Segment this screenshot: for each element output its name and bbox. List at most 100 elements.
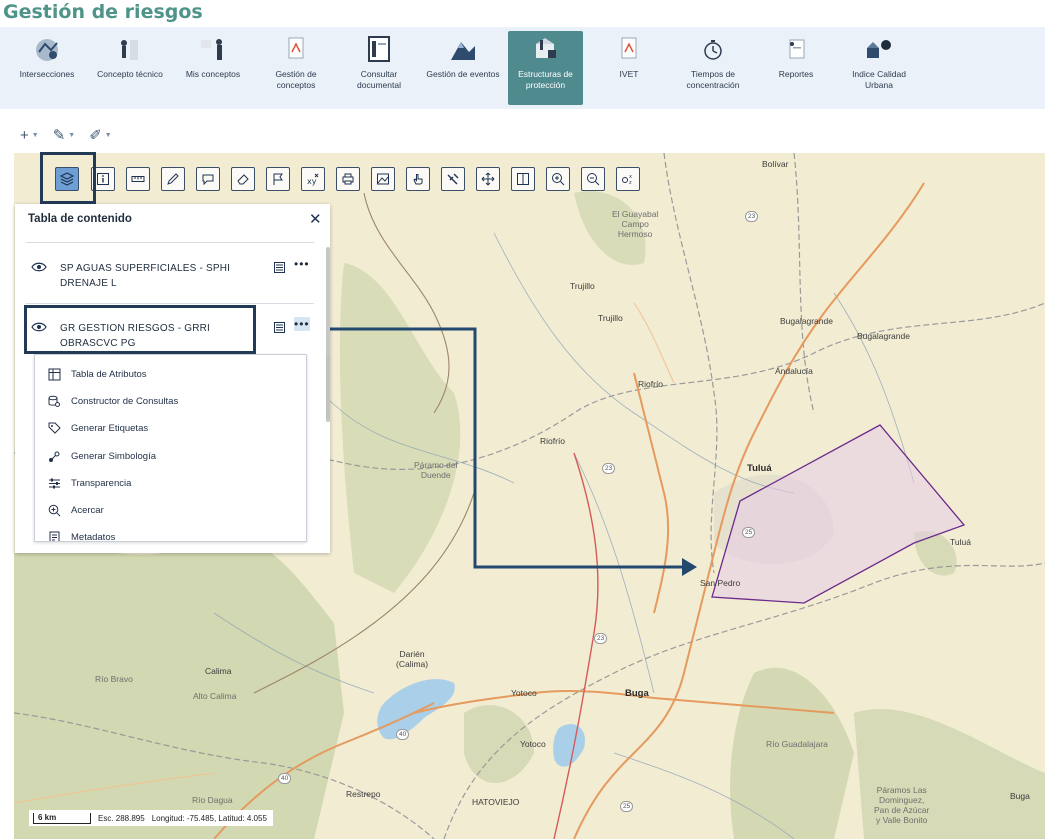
module-concepto-tecnico[interactable]: Concepto técnico <box>90 31 170 105</box>
zoom-out-button[interactable] <box>581 167 605 191</box>
ivet-icon <box>612 33 646 67</box>
document-query-icon <box>362 33 396 67</box>
module-label: Consultar documental <box>357 69 401 90</box>
draw-dropdown[interactable]: ✎ ▼ <box>53 126 76 144</box>
legend-icon[interactable] <box>274 262 285 273</box>
module-intersecciones[interactable]: Intersecciones <box>12 31 82 105</box>
module-ivet[interactable]: IVET <box>606 31 652 105</box>
route-shield: 40 <box>278 773 292 784</box>
print-button[interactable] <box>336 167 360 191</box>
place-label: Bolívar <box>762 159 789 169</box>
concept-management-icon <box>279 33 313 67</box>
map-image-icon <box>377 173 389 185</box>
module-label: Intersecciones <box>19 69 75 79</box>
legend-icon[interactable] <box>274 322 285 333</box>
layer-item[interactable]: SP AGUAS SUPERFICIALES - SPHI DRENAJE L … <box>31 257 309 293</box>
split-view-button[interactable] <box>511 167 535 191</box>
comment-button[interactable] <box>196 167 220 191</box>
layer-name: SP AGUAS SUPERFICIALES - SPHI DRENAJE L <box>60 263 231 289</box>
svg-text:xy: xy <box>307 177 317 186</box>
concentration-times-icon <box>696 33 730 67</box>
module-tiempos-concentracion[interactable]: Tiempos de concentración <box>678 31 748 105</box>
module-gestion-eventos[interactable]: Gestión de eventos <box>420 31 506 105</box>
chevron-down-icon: ▼ <box>104 131 112 139</box>
menu-item-label: Generar Simbología <box>71 450 157 462</box>
flag-button[interactable] <box>266 167 290 191</box>
swipe-button[interactable] <box>441 167 465 191</box>
divider <box>26 242 314 243</box>
place-label: Darién (Calima) <box>396 649 429 669</box>
place-label: Trujillo <box>598 313 623 323</box>
table-icon <box>48 368 61 380</box>
menu-item-transparency[interactable]: Transparencia <box>48 473 131 493</box>
route-shield: 23 <box>594 633 608 644</box>
module-consultar-documental[interactable]: Consultar documental <box>346 31 412 105</box>
edit-dropdown[interactable]: ✐ ▼ <box>89 126 112 144</box>
module-gestion-conceptos[interactable]: Gestión de conceptos <box>260 31 332 105</box>
place-label: Páramos Las Dominguez, Pan de Azúcar y V… <box>874 785 930 825</box>
hand-pointer-icon <box>413 174 423 185</box>
place-label: Trujillo <box>570 281 595 291</box>
zoom-in-button[interactable] <box>546 167 570 191</box>
app-page: Gestión de riesgos Intersecciones Concep… <box>0 0 1045 839</box>
place-label: Restrepo <box>346 789 381 799</box>
coordinates-button[interactable]: xy <box>301 167 325 191</box>
chevron-down-icon: ▼ <box>68 131 76 139</box>
place-label: Bugalagrande <box>857 331 910 341</box>
modules-ribbon: Intersecciones Concepto técnico Mis conc… <box>0 27 1045 109</box>
mini-toolbar: + ▼ ✎ ▼ ✐ ▼ <box>20 126 112 145</box>
measure-button[interactable] <box>126 167 150 191</box>
menu-item-generate-labels[interactable]: Generar Etiquetas <box>48 418 148 438</box>
menu-item-label: Constructor de Consultas <box>71 395 179 407</box>
pan-button[interactable] <box>476 167 500 191</box>
module-label: IVET <box>619 69 639 79</box>
add-dropdown[interactable]: + ▼ <box>20 127 39 144</box>
route-shield: 25 <box>620 801 634 812</box>
place-label: El Guayabal Campo Hermoso <box>612 209 659 239</box>
eye-icon[interactable] <box>31 261 47 273</box>
module-label: Indice Calidad Urbana <box>852 69 906 90</box>
layer-options-icon[interactable]: ••• <box>294 317 310 331</box>
swipe-icon <box>447 173 459 185</box>
place-label: Buga <box>1010 791 1030 801</box>
pencil-icon <box>167 173 179 185</box>
layer-options-icon[interactable]: ••• <box>294 257 310 271</box>
select-button[interactable] <box>406 167 430 191</box>
module-label: Gestión de eventos <box>426 69 500 79</box>
module-mis-conceptos[interactable]: Mis conceptos <box>178 31 248 105</box>
coordinates-text: Longitud: -75.485, Latitud: 4.055 <box>151 813 267 823</box>
module-indice-calidad-urbana[interactable]: Indice Calidad Urbana <box>840 31 918 105</box>
draw-button[interactable] <box>161 167 185 191</box>
divider <box>26 303 314 304</box>
module-reportes[interactable]: Reportes <box>766 31 826 105</box>
xyz-button[interactable]: xz <box>616 167 640 191</box>
menu-item-label: Transparencia <box>71 477 132 489</box>
pan-arrows-icon <box>481 172 495 186</box>
route-shield: 25 <box>742 527 756 538</box>
protection-structures-icon <box>529 33 563 67</box>
menu-item-label: Metadatos <box>71 531 116 542</box>
scale-text: Esc. 288.895 <box>98 813 145 823</box>
plus-icon: + <box>20 126 29 144</box>
symbology-icon <box>49 451 60 462</box>
menu-scrollbar[interactable] <box>326 355 330 419</box>
place-label: Yotoco <box>520 739 546 749</box>
xyz-icon: xz <box>622 174 632 186</box>
menu-item-generate-symbology[interactable]: Generar Simbología <box>48 446 156 466</box>
metadata-icon <box>49 531 60 541</box>
zoom-out-icon <box>587 173 600 186</box>
erase-button[interactable] <box>231 167 255 191</box>
menu-item-zoom-to[interactable]: Acercar <box>48 500 104 520</box>
module-label: Gestión de conceptos <box>275 69 317 90</box>
place-label: Calima <box>205 666 232 676</box>
close-icon[interactable]: ✕ <box>309 210 322 228</box>
menu-item-attribute-table[interactable]: Tabla de Atributos <box>48 364 147 384</box>
intersections-icon <box>30 33 64 67</box>
menu-item-metadata[interactable]: Metadatos <box>48 527 116 542</box>
toc-title: Tabla de contenido <box>28 213 132 225</box>
menu-item-query-builder[interactable]: Constructor de Consultas <box>48 391 178 411</box>
place-label: Alto Calima <box>193 691 237 701</box>
map-image-button[interactable] <box>371 167 395 191</box>
module-estructuras-proteccion[interactable]: Estructuras de protección <box>508 31 583 105</box>
ruler-icon <box>131 176 145 182</box>
